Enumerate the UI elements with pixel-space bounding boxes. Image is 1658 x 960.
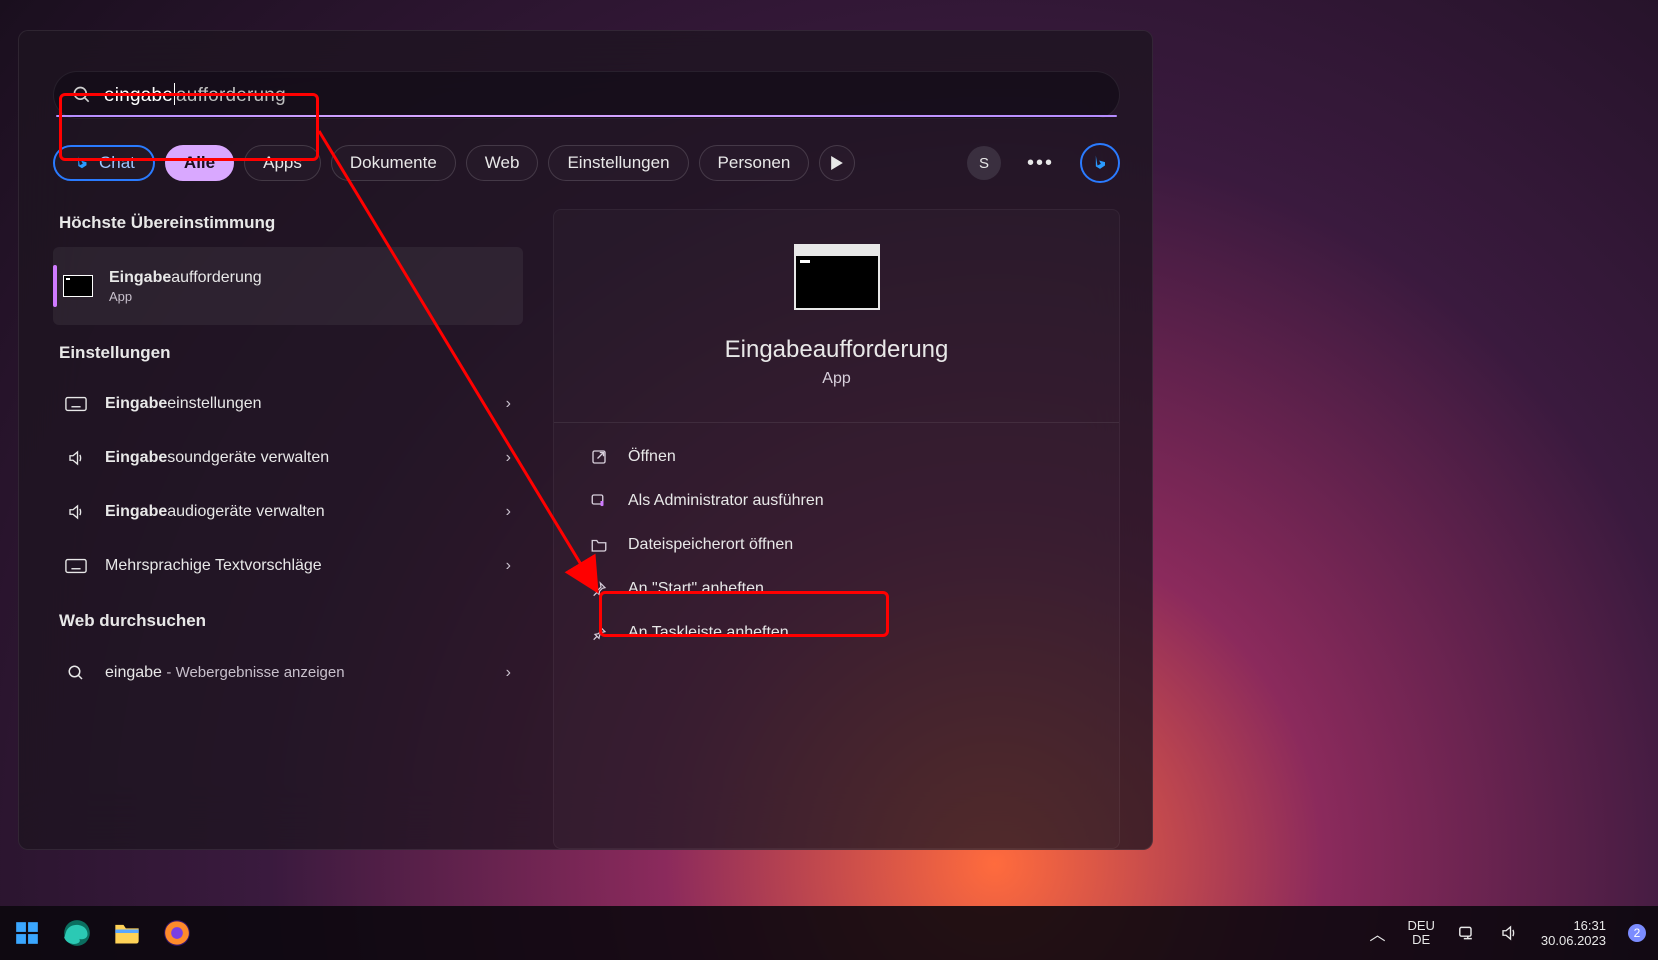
firefox-icon[interactable] bbox=[162, 918, 192, 948]
action-label: Als Administrator ausführen bbox=[628, 492, 824, 510]
user-avatar[interactable]: S bbox=[967, 146, 1001, 180]
pill-docs-label: Dokumente bbox=[350, 153, 437, 173]
clock-date: 30.06.2023 bbox=[1541, 933, 1606, 948]
setting-item[interactable]: Eingabeeinstellungen › bbox=[53, 377, 523, 431]
app-preview-icon bbox=[794, 244, 880, 310]
avatar-initial: S bbox=[979, 155, 989, 172]
best-match-title: Eingabeaufforderung bbox=[109, 269, 262, 287]
setting-label: Mehrsprachige Textvorschläge bbox=[105, 557, 322, 575]
language-indicator[interactable]: DEU DE bbox=[1407, 919, 1434, 947]
folder-icon bbox=[588, 537, 610, 553]
speaker-icon bbox=[63, 449, 89, 467]
action-open-location[interactable]: Dateispeicherort öffnen bbox=[578, 523, 1095, 567]
web-search-item[interactable]: eingabe - Webergebnisse anzeigen › bbox=[53, 645, 523, 701]
action-open[interactable]: Öffnen bbox=[578, 435, 1095, 479]
chevron-right-icon: › bbox=[506, 395, 511, 413]
more-menu-icon[interactable]: ••• bbox=[1027, 152, 1054, 175]
action-pin-start[interactable]: An "Start" anheften bbox=[578, 567, 1095, 611]
search-input[interactable]: eingabeaufforderung bbox=[53, 71, 1120, 119]
keyboard-icon bbox=[63, 558, 89, 574]
pill-people[interactable]: Personen bbox=[699, 145, 810, 181]
pill-apps-label: Apps bbox=[263, 153, 302, 173]
setting-label: Eingabeaudiogeräte verwalten bbox=[105, 503, 325, 521]
pill-settings-label: Einstellungen bbox=[567, 153, 669, 173]
results-right: Eingabeaufforderung App Öffnen Als Admin… bbox=[553, 209, 1120, 849]
keyboard-icon bbox=[63, 396, 89, 412]
setting-item[interactable]: Eingabesoundgeräte verwalten › bbox=[53, 431, 523, 485]
pill-chat-label: Chat bbox=[99, 153, 135, 173]
settings-header: Einstellungen bbox=[59, 343, 523, 363]
lang-line1: DEU bbox=[1407, 919, 1434, 933]
start-button[interactable] bbox=[12, 918, 42, 948]
start-search-panel: eingabeaufforderung Chat Alle Apps Dokum… bbox=[18, 30, 1153, 850]
edge-icon[interactable] bbox=[62, 918, 92, 948]
action-label: Öffnen bbox=[628, 448, 676, 466]
best-match-result[interactable]: Eingabeaufforderung App bbox=[53, 247, 523, 325]
tray-chevron-icon[interactable]: ︿ bbox=[1369, 921, 1385, 945]
admin-icon bbox=[588, 492, 610, 510]
cmd-icon bbox=[63, 275, 93, 297]
pill-web[interactable]: Web bbox=[466, 145, 539, 181]
pill-people-label: Personen bbox=[718, 153, 791, 173]
notification-count: 2 bbox=[1634, 926, 1641, 940]
filter-pills: Chat Alle Apps Dokumente Web Einstellung… bbox=[53, 143, 1120, 183]
pill-web-label: Web bbox=[485, 153, 520, 173]
taskbar: ︿ DEU DE 16:31 30.06.2023 2 bbox=[0, 906, 1658, 960]
bing-chat-button[interactable] bbox=[1080, 143, 1120, 183]
search-icon bbox=[72, 85, 92, 105]
search-text: eingabeaufforderung bbox=[104, 83, 286, 107]
pin-icon bbox=[588, 580, 610, 598]
explorer-icon[interactable] bbox=[112, 918, 142, 948]
pill-settings[interactable]: Einstellungen bbox=[548, 145, 688, 181]
clock[interactable]: 16:31 30.06.2023 bbox=[1541, 918, 1606, 948]
volume-icon[interactable] bbox=[1499, 924, 1519, 942]
web-header: Web durchsuchen bbox=[59, 611, 523, 631]
chevron-right-icon: › bbox=[506, 449, 511, 467]
setting-label: Eingabesoundgeräte verwalten bbox=[105, 449, 329, 467]
lang-line2: DE bbox=[1412, 933, 1430, 947]
pill-docs[interactable]: Dokumente bbox=[331, 145, 456, 181]
open-icon bbox=[588, 448, 610, 466]
action-run-as-admin[interactable]: Als Administrator ausführen bbox=[578, 479, 1095, 523]
action-label: An Taskleiste anheften bbox=[628, 624, 789, 642]
action-pin-taskbar[interactable]: An Taskleiste anheften bbox=[578, 611, 1095, 655]
pill-chat[interactable]: Chat bbox=[53, 145, 155, 181]
pill-more[interactable] bbox=[819, 145, 855, 181]
pill-all-label: Alle bbox=[184, 153, 215, 173]
speaker-icon bbox=[63, 503, 89, 521]
app-preview-title: Eingabeaufforderung bbox=[578, 336, 1095, 364]
notification-badge[interactable]: 2 bbox=[1628, 924, 1646, 942]
chevron-right-icon: › bbox=[506, 503, 511, 521]
bing-icon bbox=[1090, 153, 1110, 173]
clock-time: 16:31 bbox=[1573, 918, 1606, 933]
setting-item[interactable]: Mehrsprachige Textvorschläge › bbox=[53, 539, 523, 593]
play-icon bbox=[831, 156, 843, 170]
chevron-right-icon: › bbox=[506, 557, 511, 575]
divider bbox=[554, 422, 1119, 423]
setting-label: Eingabeeinstellungen bbox=[105, 395, 262, 413]
web-search-label: eingabe - Webergebnisse anzeigen bbox=[105, 664, 345, 682]
pin-icon bbox=[588, 624, 610, 642]
app-preview-sub: App bbox=[578, 370, 1095, 388]
chevron-right-icon: › bbox=[506, 664, 511, 682]
results-left: Höchste Übereinstimmung Eingabeaufforder… bbox=[53, 209, 523, 849]
action-label: An "Start" anheften bbox=[628, 580, 764, 598]
search-icon bbox=[63, 664, 89, 682]
best-match-sub: App bbox=[109, 289, 262, 304]
pill-apps[interactable]: Apps bbox=[244, 145, 321, 181]
setting-item[interactable]: Eingabeaudiogeräte verwalten › bbox=[53, 485, 523, 539]
network-icon[interactable] bbox=[1457, 925, 1477, 941]
pill-all[interactable]: Alle bbox=[165, 145, 234, 181]
bing-icon bbox=[73, 154, 91, 172]
action-label: Dateispeicherort öffnen bbox=[628, 536, 793, 554]
best-match-header: Höchste Übereinstimmung bbox=[59, 213, 523, 233]
